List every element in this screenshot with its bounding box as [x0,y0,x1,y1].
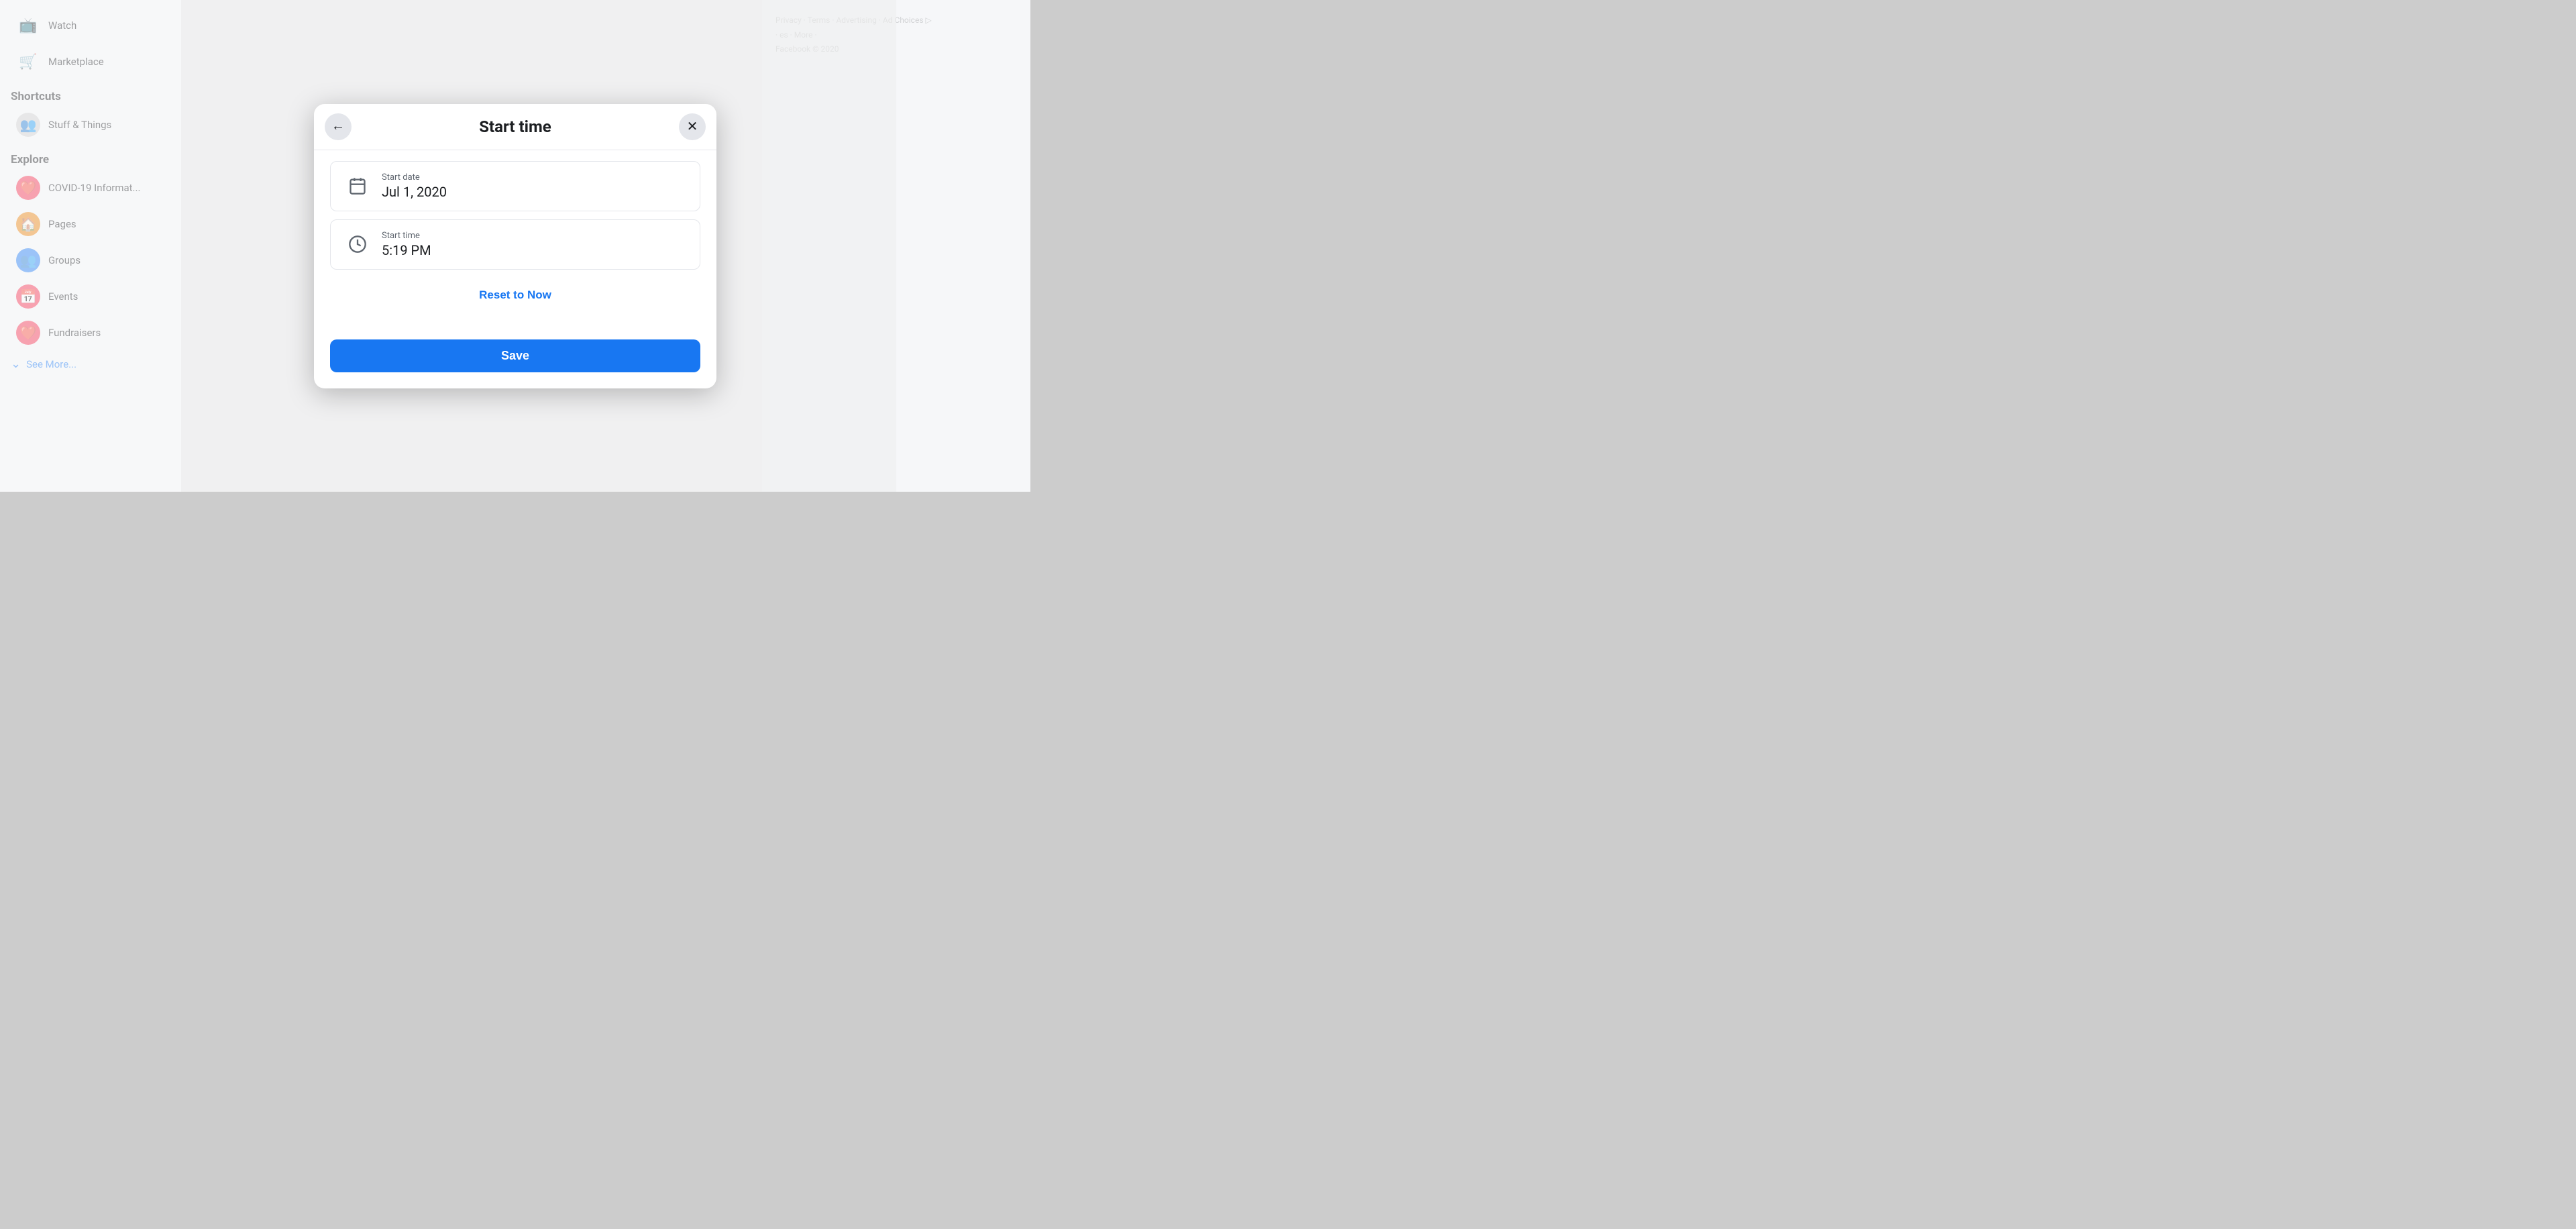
modal-footer: Save [314,329,716,388]
modal-title: Start time [479,117,551,136]
close-button[interactable]: ✕ [679,113,706,140]
start-date-label: Start date [382,172,447,182]
start-time-field[interactable]: Start time 5:19 PM [330,219,700,270]
clock-svg [348,235,367,254]
modal-body: Start date Jul 1, 2020 Start time 5:19 P… [314,150,716,329]
save-button[interactable]: Save [330,339,700,372]
start-time-modal: ← Start time ✕ Start da [314,104,716,388]
modal-header: ← Start time ✕ [314,104,716,150]
back-button[interactable]: ← [325,113,352,140]
start-date-content: Start date Jul 1, 2020 [382,172,447,200]
start-date-value: Jul 1, 2020 [382,184,447,200]
start-date-field[interactable]: Start date Jul 1, 2020 [330,161,700,211]
clock-icon [344,231,371,258]
calendar-icon [344,172,371,199]
back-icon: ← [331,119,345,134]
save-label: Save [501,349,529,362]
reset-label: Reset to Now [479,288,551,301]
modal-overlay: ← Start time ✕ Start da [0,0,1030,492]
start-time-content: Start time 5:19 PM [382,231,431,258]
reset-to-now-button[interactable]: Reset to Now [330,278,700,313]
start-time-label: Start time [382,231,431,241]
close-icon: ✕ [687,118,698,135]
calendar-svg [348,176,367,195]
start-time-value: 5:19 PM [382,242,431,258]
